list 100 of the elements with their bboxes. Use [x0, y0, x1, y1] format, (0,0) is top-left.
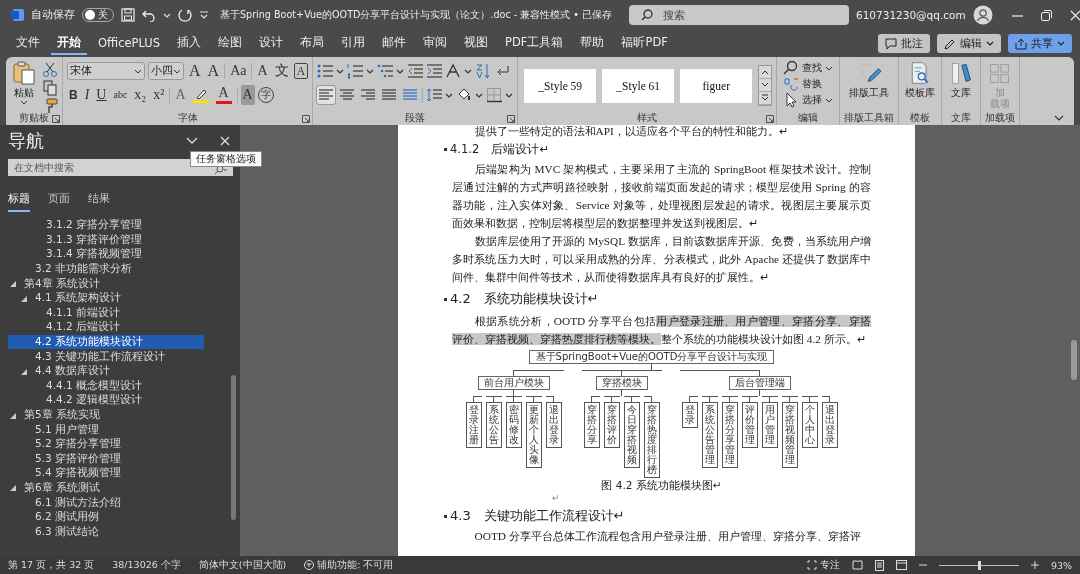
bold-button[interactable]: B	[67, 85, 80, 105]
heading-item[interactable]: 3.1.4 穿搭视频管理	[8, 247, 204, 262]
heading-item[interactable]: 4.4.2 逻辑模型设计	[8, 393, 204, 408]
character-shading-button[interactable]: A	[240, 85, 255, 105]
comment-button[interactable]: 批注	[878, 34, 930, 53]
ribbon-tab[interactable]: 插入	[171, 32, 208, 55]
phonetic-guide-button[interactable]: 文	[272, 61, 291, 81]
diagram-box: 系统公告管理	[701, 402, 718, 468]
heading-item[interactable]: 4.1 系统架构设计	[8, 290, 204, 306]
style-tile[interactable]: _Style 59	[524, 68, 597, 103]
heading-item[interactable]: 5.3 穿搭评价管理	[8, 451, 204, 467]
heading-item[interactable]: 4.3 关键功能工作流程设计	[8, 349, 204, 364]
heading-item[interactable]: 5.1 用户管理	[8, 422, 204, 437]
layout-tools-button[interactable]: 排版工具	[847, 60, 892, 99]
heading-item[interactable]: 第4章 系统设计	[8, 276, 204, 291]
diagram-box: 穿搭热度排行榜	[643, 402, 660, 478]
replace-button[interactable]: 替换	[781, 76, 836, 92]
section-heading: 4.2 系统功能模块设计↵	[450, 290, 599, 308]
diagram-box: 用户管理	[761, 402, 778, 448]
clear-formatting-button[interactable]: A	[255, 61, 270, 81]
heading-item[interactable]: 4.4 数据库设计	[8, 363, 204, 379]
superscript-button[interactable]: x²	[151, 85, 167, 105]
ribbon-tab[interactable]: PDF工具箱	[499, 32, 570, 55]
ribbon-tab[interactable]: 文件	[10, 32, 46, 55]
heading-item[interactable]: 4.1.1 前端设计	[8, 305, 204, 321]
search-field[interactable]: 搜索	[629, 5, 849, 25]
diagram-box: 密码修改	[505, 402, 522, 448]
ribbon-tab[interactable]: 邮件	[376, 32, 413, 55]
subscript-button[interactable]: x₂	[132, 85, 149, 105]
select-button[interactable]: 选择	[781, 92, 836, 108]
ribbon-tab[interactable]: 绘图	[212, 32, 249, 55]
grow-font-button[interactable]: A	[187, 61, 203, 81]
ribbon-tab[interactable]: 视图	[458, 32, 495, 55]
focus-button[interactable]: 专注	[806, 558, 840, 572]
editing-mode-button[interactable]: 编辑	[937, 34, 1001, 53]
diagram-box: 后台管理端	[728, 376, 791, 390]
heading-item[interactable]: 5.4 穿搭视频管理	[8, 466, 204, 481]
ribbon-tab[interactable]: 帮助	[574, 32, 611, 55]
share-button[interactable]: 共享	[1008, 34, 1072, 53]
text-effects-button[interactable]: A	[173, 85, 188, 105]
font-size-dropdown[interactable]: 小四	[148, 62, 184, 80]
heading-item[interactable]: 3.2 非功能需求分析	[8, 261, 204, 277]
group-label: 剪贴板	[19, 111, 49, 125]
zoom-level: 93%	[1050, 559, 1072, 571]
pane-tab[interactable]: 结果	[88, 190, 110, 212]
font-name-dropdown[interactable]: 宋体	[67, 62, 145, 80]
ribbon-tab[interactable]: 审阅	[417, 32, 454, 55]
ribbon-tab[interactable]: 设计	[253, 32, 290, 55]
heading-item[interactable]: 4.1.2 后端设计	[8, 320, 204, 335]
diagram-box: 登录	[681, 402, 698, 428]
group-label: 加载项	[985, 111, 1016, 125]
window-title: 基于Spring Boot+Vue的OOTD分享平台设计与实现（论文）.doc - 兼容性模式 • 已保存	[220, 8, 612, 22]
heading-item[interactable]: 第5章 系统实现	[8, 407, 204, 423]
ribbon-tab[interactable]: 福昕PDF	[615, 32, 674, 55]
diagram-box: 登录注册	[465, 402, 482, 448]
character-border-button[interactable]: A	[293, 63, 309, 79]
pane-title: 导航	[8, 129, 44, 153]
template-library-button[interactable]: 模板库	[903, 60, 938, 99]
underline-button[interactable]: U	[94, 85, 109, 105]
heading-item[interactable]: 第6章 系统测试	[8, 480, 204, 496]
figure-caption: 图 4.2 系统功能模块图↵	[600, 478, 723, 493]
style-tile[interactable]: _Style 61	[602, 68, 675, 103]
diagram-box: 基于SpringBoot+Vue的OOTD分享平台设计与实现	[528, 350, 775, 364]
library-button[interactable]: 文库	[946, 60, 977, 99]
find-button[interactable]: 查找	[781, 60, 836, 76]
change-case-button[interactable]: Aa	[228, 61, 249, 81]
ribbon-tab[interactable]: OfficePLUS	[92, 32, 167, 55]
heading-item[interactable]: 4.4.1 概念模型设计	[8, 378, 204, 394]
page-count: 第 17 页，共 32 页	[8, 558, 95, 572]
diagram-box: 今日穿搭视频	[623, 402, 640, 468]
word-count: 38/13026 个字	[112, 558, 181, 572]
heading-item[interactable]: 6.1 测试方法介绍	[8, 495, 204, 510]
heading-item[interactable]: 3.1.3 穿搭评价管理	[8, 232, 204, 248]
heading-item[interactable]: 6.2 测试用例	[8, 509, 204, 525]
diagram-box: 穿搭视频管理	[781, 402, 798, 468]
font-color-button[interactable]: A	[213, 85, 234, 105]
autosave-label: 自动保存	[31, 8, 75, 22]
heading-item[interactable]: 6.3 测试结论	[8, 524, 204, 540]
pane-tab[interactable]: 标题	[8, 190, 30, 212]
diagram-box: 退出登录	[545, 402, 562, 448]
section-heading: 4.1.2 后端设计↵	[450, 141, 549, 158]
ribbon-tab[interactable]: 布局	[294, 32, 331, 55]
group-label: 字体	[177, 111, 198, 125]
diagram-box: 穿搭评价	[603, 402, 620, 448]
paste-button[interactable]: 粘贴	[10, 60, 38, 106]
heading-item[interactable]: 5.2 穿搭分享管理	[8, 436, 204, 452]
shrink-font-button[interactable]: A	[205, 61, 222, 81]
strikethrough-button[interactable]: abc	[111, 85, 130, 105]
ribbon-tab[interactable]: 开始	[51, 32, 87, 55]
italic-button[interactable]: I	[82, 85, 92, 105]
section-heading: 4.3 关键功能工作流程设计↵	[450, 507, 625, 525]
group-label: 段落	[405, 111, 426, 125]
paragraph: OOTD 分享平台总体工作流程包含用户登录注册、用户管理、穿搭分享、穿搭评	[473, 529, 862, 543]
paragraph: 提供了一些特定的语法和API，以适应各个平台的特性和能力。↵	[473, 125, 789, 137]
paragraph: 根据系统分析，OOTD 分享平台包括用户登录注册、用户管理、穿搭分享、穿搭评价、穿搭视频、穿搭热度排行榜等模块。整个系统的功能模块设计如图 4.2 所示。↵	[452, 314, 871, 347]
pane-tab[interactable]: 页面	[48, 190, 70, 212]
style-tile[interactable]: figuer	[680, 68, 753, 103]
heading-item[interactable]: 3.1.2 穿搭分享管理	[8, 218, 204, 233]
ribbon-tab[interactable]: 引用	[335, 32, 372, 55]
heading-item[interactable]: 4.2 系统功能模块设计	[8, 334, 204, 350]
